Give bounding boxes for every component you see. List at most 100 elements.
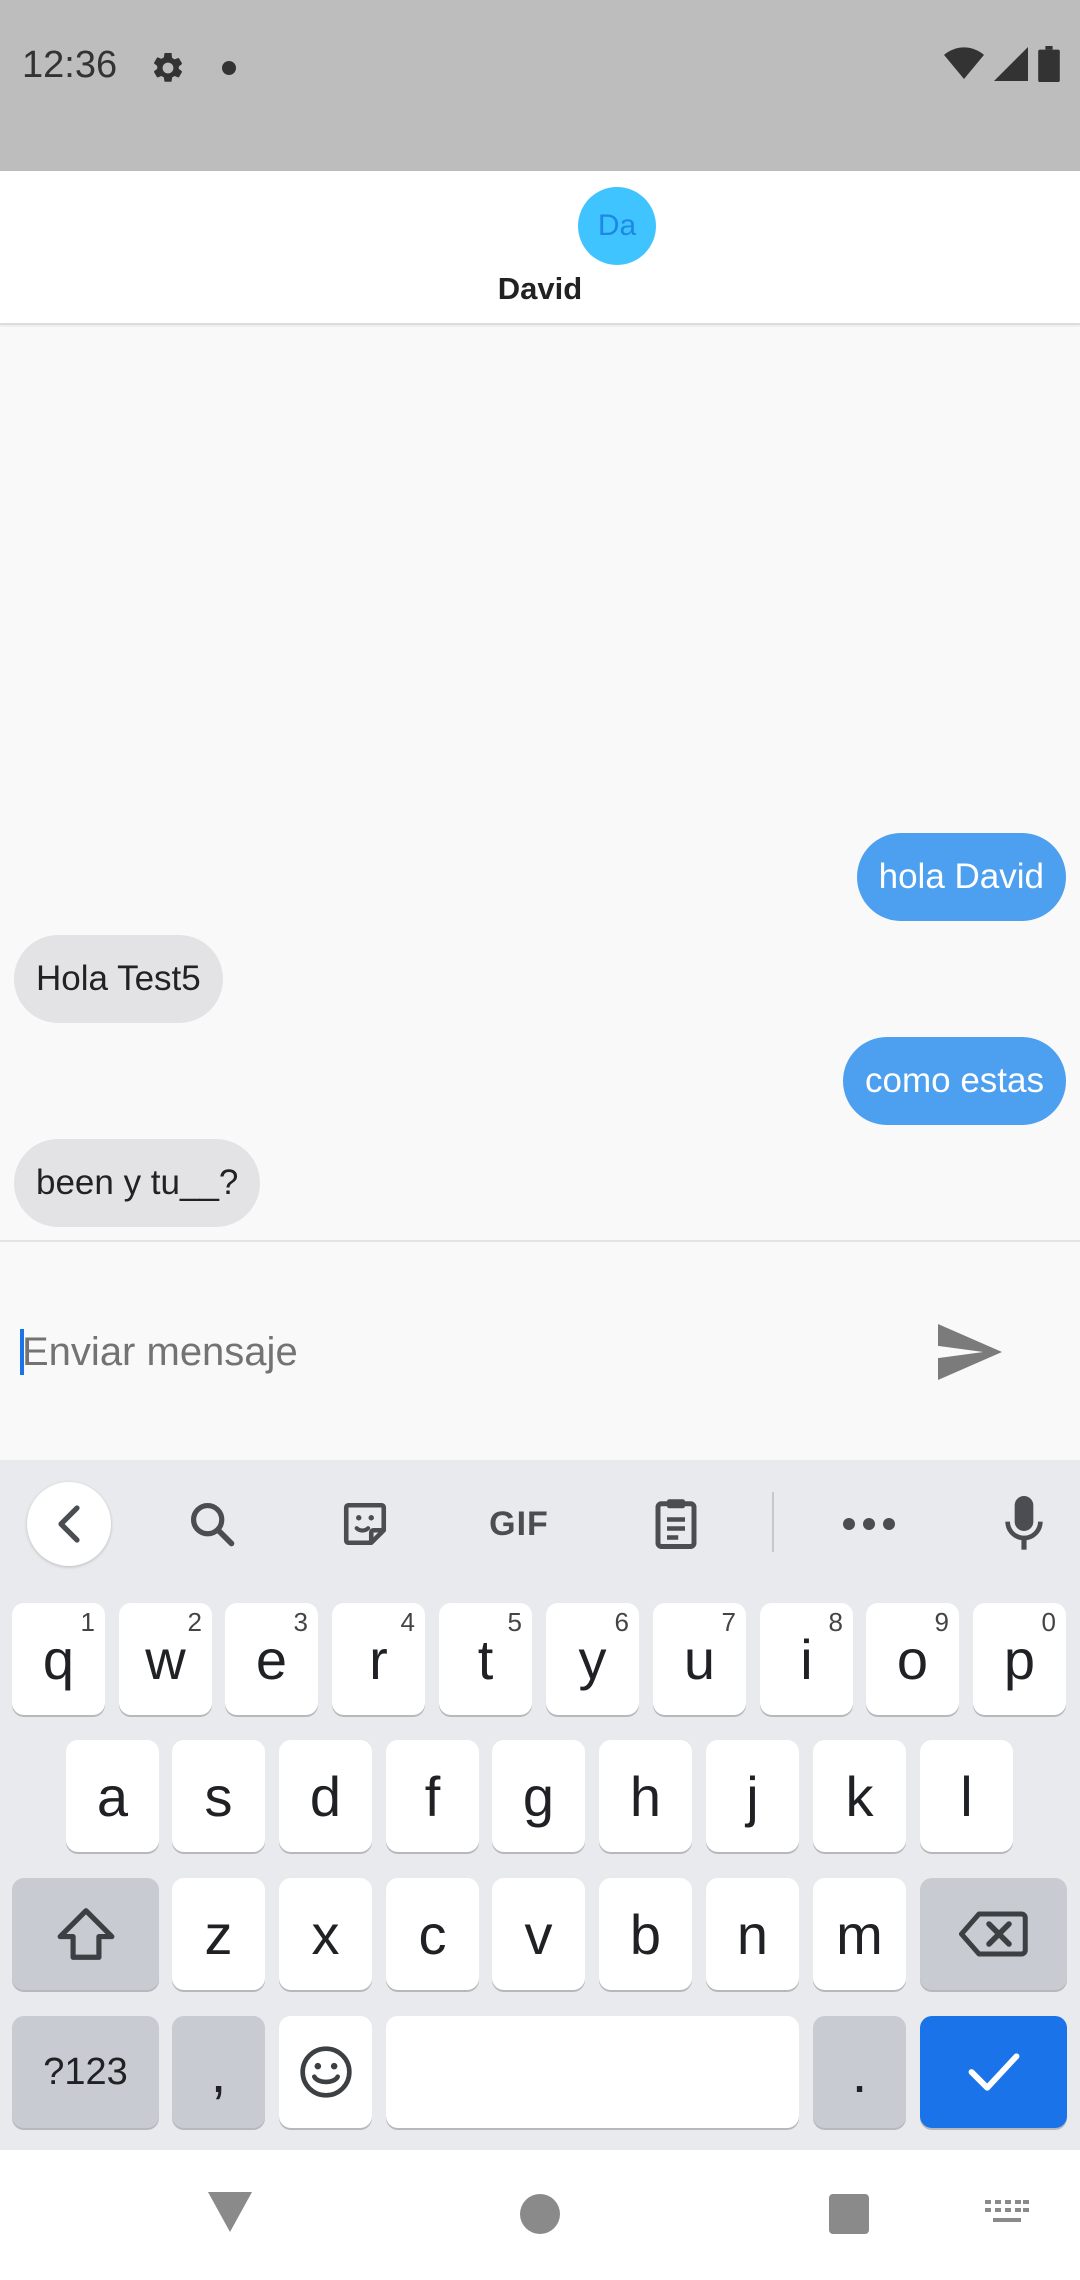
gear-icon <box>153 52 183 82</box>
comma-key[interactable]: , <box>172 2016 265 2128</box>
key-label: u <box>683 1627 716 1691</box>
key-m[interactable]: m <box>813 1878 906 1990</box>
key-g[interactable]: g <box>492 1740 585 1852</box>
key-hint: 9 <box>934 1607 949 1637</box>
key-z[interactable]: z <box>172 1878 265 1990</box>
key-hint: 0 <box>1041 1607 1056 1637</box>
avatar[interactable]: Da <box>578 187 656 265</box>
microphone-icon <box>1005 1496 1043 1550</box>
notification-dot-icon <box>222 61 236 75</box>
gif-label: GIF <box>489 1504 549 1543</box>
status-icons <box>944 46 1060 82</box>
message-bubble-incoming: been y tu__? <box>14 1139 261 1227</box>
key-hint: 8 <box>828 1607 843 1637</box>
system-nav-bar <box>0 2150 1080 2280</box>
key-label: p <box>1003 1627 1036 1691</box>
toolbar-sticker-button[interactable] <box>323 1482 407 1566</box>
shift-key[interactable] <box>12 1878 159 1990</box>
message-bubble-incoming: Hola Test5 <box>14 935 223 1023</box>
keyboard-switcher-icon[interactable] <box>985 2200 1029 2230</box>
toolbar-divider <box>772 1492 774 1552</box>
backspace-icon <box>958 1911 1028 1957</box>
key-hint: 3 <box>293 1607 308 1637</box>
key-a[interactable]: a <box>66 1740 159 1852</box>
key-k[interactable]: k <box>813 1740 906 1852</box>
signal-icon <box>994 47 1028 81</box>
key-i[interactable]: i8 <box>760 1603 853 1715</box>
message-list[interactable]: hola David Hola Test5 como estas been y … <box>0 327 1080 1240</box>
contact-name: David <box>497 271 583 306</box>
key-label: r <box>369 1627 388 1691</box>
key-b[interactable]: b <box>599 1878 692 1990</box>
message-bubble-outgoing: hola David <box>856 833 1066 921</box>
key-w[interactable]: w2 <box>119 1603 212 1715</box>
text-cursor <box>20 1329 24 1375</box>
key-label: q <box>42 1627 75 1691</box>
key-v[interactable]: v <box>492 1878 585 1990</box>
nav-back-button[interactable] <box>206 2190 254 2234</box>
more-horizontal-icon <box>843 1518 895 1530</box>
emoji-key[interactable] <box>279 2016 372 2128</box>
status-bar: 12:36 <box>0 0 1080 171</box>
key-hint: 2 <box>187 1607 202 1637</box>
message-bubble-outgoing: como estas <box>843 1037 1066 1125</box>
key-j[interactable]: j <box>706 1740 799 1852</box>
toolbar-more-button[interactable] <box>827 1482 911 1566</box>
period-key[interactable]: . <box>813 2016 906 2128</box>
key-f[interactable]: f <box>386 1740 479 1852</box>
toolbar-mic-button[interactable] <box>982 1482 1066 1566</box>
key-y[interactable]: y6 <box>546 1603 639 1715</box>
nav-recents-button[interactable] <box>829 2194 869 2234</box>
toolbar-back-button[interactable] <box>27 1482 111 1566</box>
key-hint: 5 <box>507 1607 522 1637</box>
enter-key[interactable] <box>920 2016 1067 2128</box>
nav-home-button[interactable] <box>520 2194 560 2234</box>
backspace-key[interactable] <box>920 1878 1067 1990</box>
key-hint: 1 <box>80 1607 95 1637</box>
key-d[interactable]: d <box>279 1740 372 1852</box>
key-label: w <box>145 1627 186 1691</box>
chat-header: Da David <box>0 171 1080 325</box>
checkmark-icon <box>968 2053 1019 2091</box>
key-hint: 7 <box>721 1607 736 1637</box>
toolbar-clipboard-button[interactable] <box>634 1482 718 1566</box>
key-label: i <box>800 1627 813 1691</box>
key-r[interactable]: r4 <box>332 1603 425 1715</box>
key-label: e <box>255 1627 288 1691</box>
key-label: o <box>896 1627 929 1691</box>
key-label: y <box>578 1627 607 1691</box>
space-key[interactable] <box>386 2016 799 2128</box>
send-icon <box>938 1324 1002 1380</box>
key-s[interactable]: s <box>172 1740 265 1852</box>
key-label: t <box>477 1627 494 1691</box>
key-l[interactable]: l <box>920 1740 1013 1852</box>
toolbar-search-button[interactable] <box>170 1482 254 1566</box>
key-e[interactable]: e3 <box>225 1603 318 1715</box>
key-hint: 6 <box>614 1607 629 1637</box>
status-time: 12:36 <box>22 44 118 86</box>
key-u[interactable]: u7 <box>653 1603 746 1715</box>
message-input[interactable] <box>22 1322 902 1382</box>
key-x[interactable]: x <box>279 1878 372 1990</box>
key-c[interactable]: c <box>386 1878 479 1990</box>
key-p[interactable]: p0 <box>973 1603 1066 1715</box>
wifi-icon <box>944 47 984 79</box>
key-h[interactable]: h <box>599 1740 692 1852</box>
message-composer <box>0 1242 1080 1460</box>
search-icon <box>190 1502 235 1547</box>
keyboard-toolbar: GIF <box>0 1460 1080 1584</box>
send-button[interactable] <box>935 1317 1005 1387</box>
chevron-left-icon <box>58 1505 80 1543</box>
symbols-key[interactable]: ?123 <box>12 2016 159 2128</box>
emoji-icon <box>299 2046 352 2098</box>
toolbar-gif-button[interactable]: GIF <box>477 1482 561 1566</box>
battery-icon <box>1038 46 1060 82</box>
key-t[interactable]: t5 <box>439 1603 532 1715</box>
key-q[interactable]: q1 <box>12 1603 105 1715</box>
clipboard-icon <box>655 1499 697 1549</box>
soft-keyboard: GIF q1 w2 e3 r4 t5 y 6 u 7 i 8 o 9 p 0 a… <box>0 1460 1080 2150</box>
key-o[interactable]: o9 <box>866 1603 959 1715</box>
key-hint: 4 <box>400 1607 415 1637</box>
key-n[interactable]: n <box>706 1878 799 1990</box>
shift-icon <box>57 1908 114 1960</box>
